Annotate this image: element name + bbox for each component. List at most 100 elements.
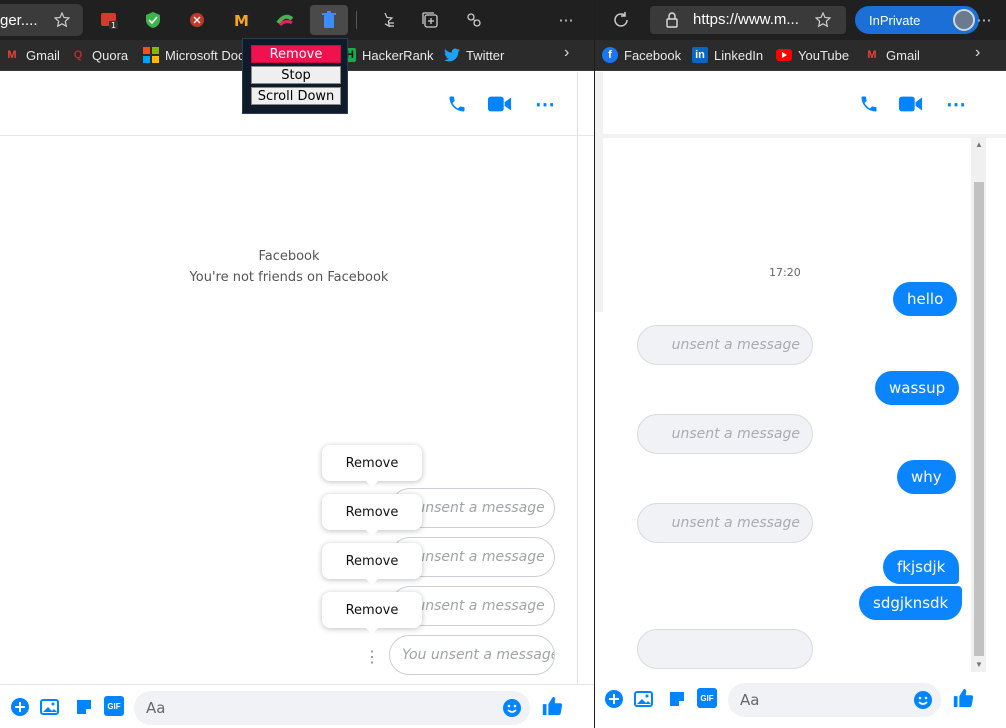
bookmark-youtube[interactable]: YouTube	[776, 46, 849, 64]
facebook-icon: f	[602, 47, 618, 63]
sticker-icon[interactable]	[666, 688, 688, 710]
plus-icon[interactable]	[603, 688, 625, 710]
sent-message-bubble[interactable]: why	[897, 460, 956, 494]
scroll-down-button[interactable]: Scroll Down	[251, 87, 341, 105]
inprivate-badge[interactable]: InPrivate	[855, 6, 979, 34]
svg-text:M: M	[234, 12, 249, 29]
bookmark-label: Gmail	[26, 47, 60, 63]
right-browser-window: https://www.m... InPrivate ⋯ f Facebook …	[595, 0, 1006, 728]
bookmarks-overflow-chevron-icon[interactable]: ›	[564, 44, 569, 62]
more-icon[interactable]: ⋯	[533, 92, 557, 116]
bookmark-label: Microsoft Doc	[165, 47, 243, 63]
gmail-icon: M	[7, 49, 17, 61]
twitter-icon	[444, 47, 460, 63]
like-icon[interactable]	[541, 695, 563, 717]
gmail-icon: M	[867, 49, 877, 61]
sent-message-bubble[interactable]: fkjsdjk	[883, 550, 960, 584]
quora-icon: Q	[73, 49, 83, 61]
inprivate-label: InPrivate	[869, 12, 921, 28]
extension-popup: Remove Stop Scroll Down	[242, 38, 348, 114]
toolbar-separator	[356, 11, 357, 29]
message-bubble[interactable]	[637, 629, 813, 669]
message-options-icon[interactable]: ⋮	[364, 647, 380, 667]
remove-tooltip[interactable]: Remove	[322, 543, 422, 585]
left-gutter	[595, 72, 603, 312]
linkedin-icon: in	[692, 47, 708, 63]
more-options-icon[interactable]: ⋯	[554, 8, 578, 32]
unsent-message-bubble[interactable]: You unsent a message	[389, 635, 555, 675]
chat-info-title: Facebook	[258, 249, 320, 264]
bookmarks-bar: f Facebook in LinkedIn YouTube M Gmail ›	[595, 40, 1006, 71]
emoji-icon[interactable]	[501, 697, 523, 719]
tools-extension-icon[interactable]	[185, 8, 209, 32]
more-options-icon[interactable]: ⋯	[972, 8, 996, 32]
content-border	[577, 72, 578, 684]
photo-icon[interactable]	[39, 696, 61, 718]
shield-extension-icon[interactable]	[141, 8, 165, 32]
video-call-icon[interactable]	[488, 92, 512, 116]
bookmark-gmail[interactable]: M Gmail	[4, 46, 60, 64]
messenger-header: ⋯	[595, 72, 1006, 138]
sent-message-bubble[interactable]: wassup	[875, 371, 960, 405]
remove-tooltip[interactable]: Remove	[322, 592, 422, 634]
favorites-icon[interactable]	[374, 8, 398, 32]
remove-tooltip[interactable]: Remove	[322, 494, 422, 536]
bookmarks-overflow-chevron-icon[interactable]: ›	[975, 44, 980, 62]
collections-icon[interactable]	[418, 8, 442, 32]
bookmark-label: YouTube	[798, 47, 850, 63]
scrollbar-thumb[interactable]	[974, 182, 984, 656]
gif-icon[interactable]: GIF	[697, 688, 717, 708]
bookmark-facebook[interactable]: f Facebook	[602, 46, 681, 64]
like-icon[interactable]	[952, 687, 974, 709]
more-icon[interactable]: ⋯	[944, 92, 968, 116]
bookmark-label: LinkedIn	[714, 47, 764, 63]
bookmark-label: Quora	[92, 47, 129, 63]
todo-extension-icon[interactable]: 1	[97, 8, 121, 32]
bookmark-hackerrank[interactable]: H HackerRank	[344, 46, 434, 64]
composer-bar: GIF Aa	[595, 682, 1006, 726]
stop-button[interactable]: Stop	[251, 66, 341, 84]
svg-text:1: 1	[111, 21, 116, 29]
unsent-message-bubble[interactable]: unsent a message	[637, 325, 813, 365]
add-favorite-icon[interactable]	[50, 8, 74, 32]
url-text: https://www.m...	[693, 11, 799, 28]
refresh-icon[interactable]	[609, 8, 633, 32]
photo-icon[interactable]	[633, 688, 655, 710]
extensions-icon[interactable]	[462, 8, 486, 32]
lock-icon	[660, 8, 684, 32]
bookmark-microsoft-docs[interactable]: Microsoft Doc	[143, 46, 243, 64]
bookmark-label: Facebook	[624, 47, 682, 63]
add-favorite-icon[interactable]	[811, 8, 835, 32]
address-bar[interactable]: https://www.m...	[650, 6, 846, 34]
composer-bar: GIF Aa	[0, 684, 594, 728]
chat-info-subtitle: You're not friends on Facebook	[189, 270, 389, 285]
sent-message-bubble[interactable]: hello	[893, 282, 958, 316]
bookmark-label: Twitter	[466, 47, 505, 63]
bookmark-gmail[interactable]: M Gmail	[864, 46, 920, 64]
unsent-message-bubble[interactable]: unsent a message	[637, 414, 813, 454]
video-call-icon[interactable]	[899, 92, 923, 116]
sticker-icon[interactable]	[73, 696, 95, 718]
m-extension-icon[interactable]: M	[229, 8, 253, 32]
remove-button[interactable]: Remove	[251, 45, 341, 63]
gif-icon[interactable]: GIF	[104, 696, 124, 716]
emoji-icon[interactable]	[912, 689, 934, 711]
bookmark-quora[interactable]: Q Quora	[70, 46, 128, 64]
phone-icon[interactable]	[445, 92, 469, 116]
message-input[interactable]: Aa	[134, 691, 530, 725]
message-input[interactable]: Aa	[728, 683, 941, 717]
trash-extension-icon[interactable]	[310, 5, 348, 35]
message-timestamp: 17:20	[769, 266, 801, 279]
scroll-up-arrow-icon[interactable]: ▲	[975, 140, 983, 149]
phone-icon[interactable]	[857, 92, 881, 116]
bookmark-linkedin[interactable]: in LinkedIn	[692, 46, 763, 64]
scroll-down-arrow-icon[interactable]: ▼	[975, 660, 983, 669]
unsent-message-bubble[interactable]: unsent a message	[637, 503, 813, 543]
colorful-extension-icon[interactable]	[273, 8, 297, 32]
active-tab[interactable]: ger....	[0, 4, 83, 36]
plus-icon[interactable]	[9, 696, 31, 718]
bookmark-twitter[interactable]: Twitter	[444, 46, 504, 64]
sent-message-bubble[interactable]: sdgjknsdk	[859, 586, 963, 620]
bookmark-label: Gmail	[886, 47, 920, 63]
remove-tooltip[interactable]: Remove	[322, 445, 422, 487]
